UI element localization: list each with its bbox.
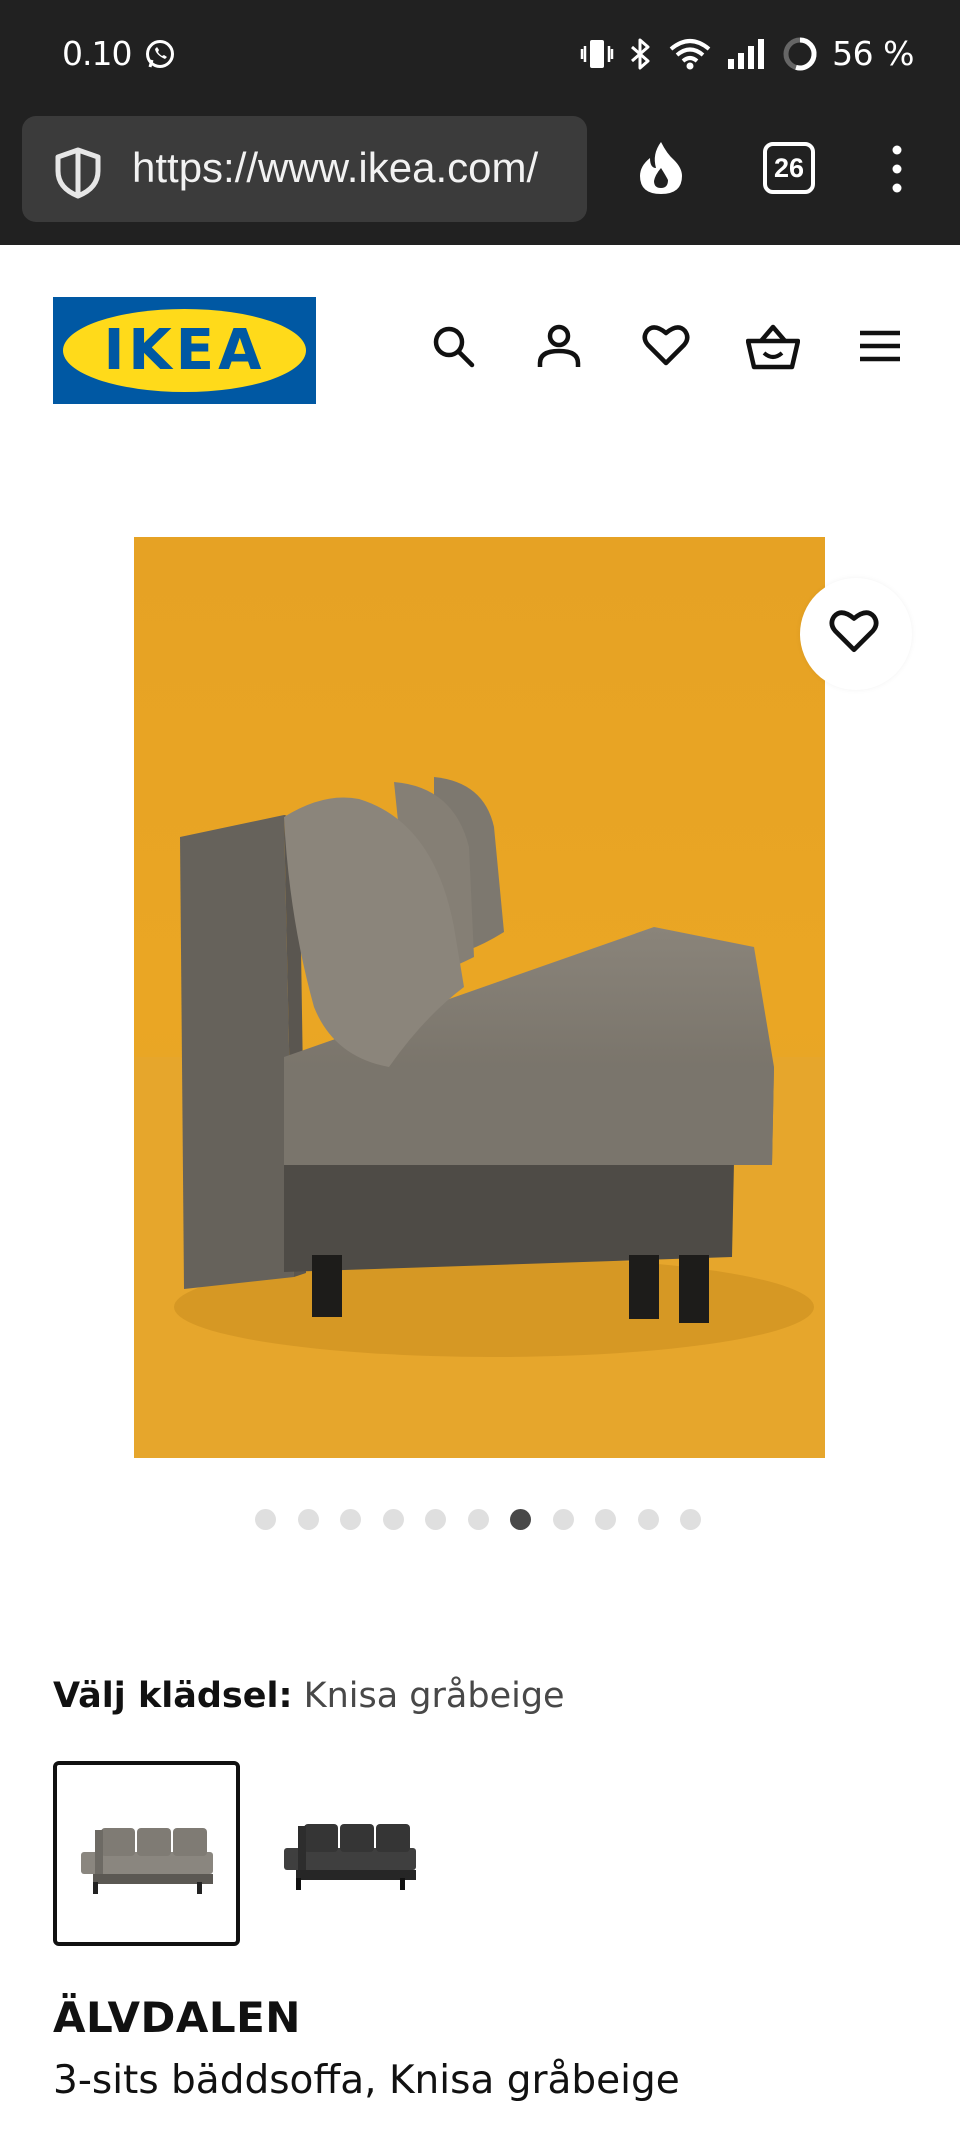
url-bar[interactable]: https://www.ikea.com/ (22, 116, 587, 222)
upholstery-value: Knisa gråbeige (303, 1676, 565, 1716)
url-text[interactable]: https://www.ikea.com/ (132, 144, 538, 192)
carousel-dot[interactable] (340, 1509, 361, 1530)
sofa-photo (134, 537, 825, 1458)
bluetooth-icon (631, 38, 650, 69)
heart-icon (829, 610, 879, 653)
product-description: 3-sits bäddsoffa, Knisa gråbeige (53, 2058, 680, 2103)
status-bar: 0.10 56 % (0, 0, 960, 110)
status-icons: 56 % (580, 34, 914, 73)
status-time: 0.10 (62, 34, 132, 73)
upholstery-selector-label: Välj klädsel: Knisa gråbeige (53, 1676, 565, 1716)
hamburger-icon[interactable] (858, 329, 902, 363)
upholstery-label: Välj klädsel: (53, 1676, 293, 1716)
product-name: ÄLVDALEN (53, 1993, 301, 2042)
tabs-counter-button[interactable]: 26 (763, 142, 815, 194)
vibrate-icon (580, 39, 614, 68)
carousel-dot[interactable] (680, 1509, 701, 1530)
favorite-button[interactable] (800, 578, 912, 690)
wifi-icon (669, 38, 711, 69)
carousel-dot[interactable] (552, 1509, 574, 1530)
swatch-sofa-thumbnail (81, 1828, 213, 1894)
account-icon[interactable] (536, 323, 582, 369)
product-image[interactable] (134, 537, 825, 1458)
swatch-knisa-grabeige[interactable] (53, 1761, 240, 1946)
ikea-logo[interactable]: IKEA (53, 297, 316, 404)
shield-icon[interactable] (52, 146, 104, 200)
more-vert-icon[interactable] (890, 144, 904, 194)
browser-toolbar: https://www.ikea.com/ 26 (0, 110, 960, 245)
carousel-dots (255, 1509, 701, 1530)
carousel-dot[interactable] (637, 1509, 659, 1530)
heart-icon[interactable] (642, 323, 690, 367)
search-icon[interactable] (430, 323, 476, 369)
carousel-dot[interactable] (297, 1509, 319, 1530)
signal-icon (728, 38, 765, 69)
carousel-dot[interactable] (382, 1509, 404, 1530)
carousel-dot[interactable] (255, 1509, 276, 1530)
cart-icon[interactable] (746, 323, 800, 371)
battery-percent: 56 % (832, 34, 914, 73)
carousel-dot[interactable] (595, 1509, 616, 1530)
swatch-dark-grey[interactable] (260, 1761, 447, 1946)
carousel-dot[interactable] (425, 1509, 446, 1530)
site-header: IKEA (0, 245, 960, 415)
carousel-dot[interactable] (510, 1509, 531, 1530)
fire-icon[interactable] (636, 138, 686, 198)
battery-icon (783, 36, 817, 70)
carousel-dot[interactable] (467, 1509, 489, 1530)
whatsapp-icon (146, 40, 174, 68)
logo-text: IKEA (103, 318, 266, 383)
swatch-sofa-thumbnail (284, 1824, 416, 1890)
